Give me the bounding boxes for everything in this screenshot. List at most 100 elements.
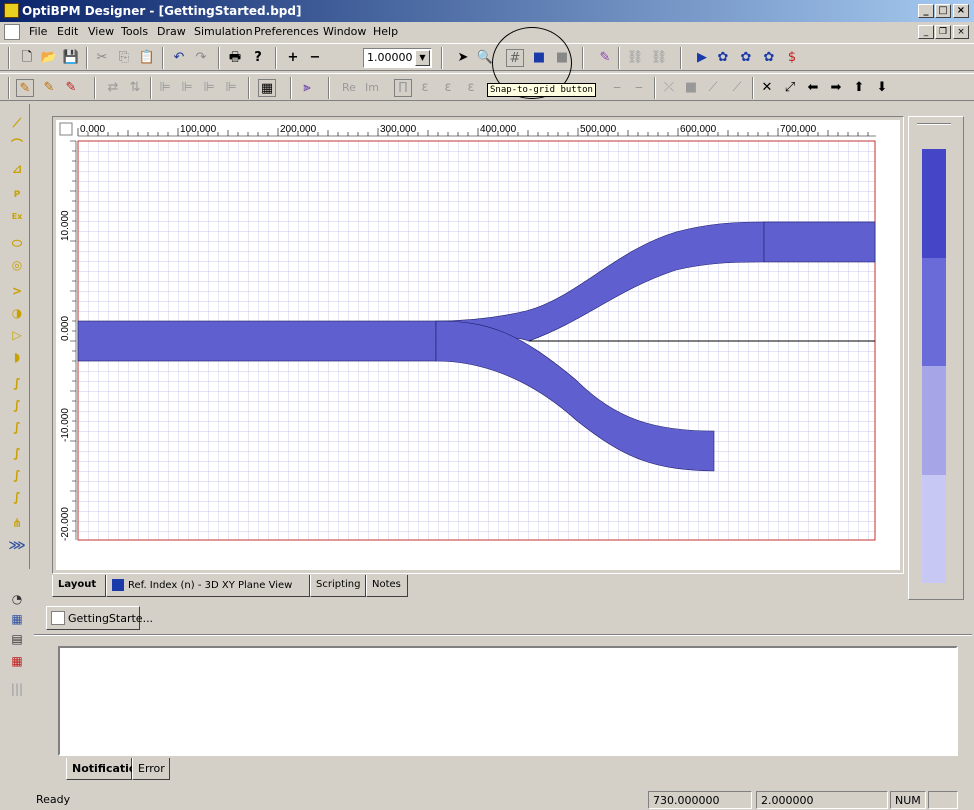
tool-a-icon[interactable]: ⤫ bbox=[660, 79, 678, 97]
real-part-icon[interactable]: Re bbox=[340, 79, 358, 97]
align-left-icon[interactable]: ⊫ bbox=[156, 79, 174, 97]
taper-icon[interactable]: ⊿ bbox=[8, 160, 26, 178]
arrow-down-icon[interactable]: ⬇ bbox=[873, 79, 891, 97]
document-icon[interactable] bbox=[4, 24, 20, 40]
align-horizontal-icon[interactable]: ⎯ bbox=[608, 79, 626, 97]
disabled-tool-icon[interactable]: ||| bbox=[8, 680, 26, 698]
param-waveguide-icon[interactable]: P bbox=[8, 186, 26, 204]
properties-icon[interactable]: ▦ bbox=[258, 79, 276, 97]
pi-icon[interactable]: Π bbox=[394, 79, 412, 97]
arrow-left-icon[interactable]: ⬅ bbox=[804, 79, 822, 97]
zoom-in-icon[interactable]: + bbox=[284, 49, 302, 67]
output-waveguide-top[interactable] bbox=[763, 221, 876, 263]
lens-tool-icon[interactable]: ◔ bbox=[8, 590, 26, 608]
menu-draw[interactable]: Draw bbox=[157, 25, 186, 38]
undo-icon[interactable]: ↶ bbox=[170, 49, 188, 67]
tab-ref-index[interactable]: Ref. Index (n) - 3D XY Plane View bbox=[106, 575, 310, 597]
document-tool-icon[interactable]: ▤ bbox=[8, 630, 26, 648]
open-icon[interactable]: 📂 bbox=[40, 49, 58, 67]
link-icon[interactable]: ⛓ bbox=[626, 49, 644, 67]
param-s-bend-icon[interactable]: ∫ bbox=[8, 444, 26, 462]
simulate-3d-icon[interactable]: ✿ bbox=[760, 49, 778, 67]
ellipse-icon[interactable]: ⬭ bbox=[8, 234, 26, 252]
flip-horizontal-icon[interactable]: ⇄ bbox=[104, 79, 122, 97]
epsilon-yy-icon[interactable]: ε bbox=[462, 79, 480, 97]
close-button[interactable]: × bbox=[953, 4, 969, 18]
notification-pane[interactable] bbox=[58, 646, 958, 756]
maximize-button[interactable]: □ bbox=[935, 4, 951, 18]
mdi-restore-button[interactable]: ❐ bbox=[935, 25, 951, 39]
zoom-out-icon[interactable]: − bbox=[306, 49, 324, 67]
s-bend-arc-icon[interactable]: ∫ bbox=[8, 418, 26, 436]
tab-layout[interactable]: Layout bbox=[52, 575, 106, 597]
wand-icon[interactable]: ✎ bbox=[596, 49, 614, 67]
graph-b-icon[interactable]: ⟋ bbox=[728, 79, 746, 97]
tab-error[interactable]: Error bbox=[132, 758, 170, 780]
menu-simulation[interactable]: Simulation bbox=[194, 25, 253, 38]
mdi-minimize-button[interactable]: _ bbox=[918, 25, 934, 39]
menu-file[interactable]: File bbox=[29, 25, 47, 38]
stop-icon[interactable]: ■ bbox=[682, 79, 700, 97]
document-tab[interactable]: GettingStarte... bbox=[46, 606, 153, 630]
shrink-icon[interactable]: ✕ bbox=[758, 79, 776, 97]
zoom-select[interactable]: 1.00000 ▼ bbox=[363, 48, 432, 68]
select-arrow-icon[interactable]: ➤ bbox=[454, 49, 472, 67]
align-right-icon[interactable]: ⊫ bbox=[200, 79, 218, 97]
s-bend-sine-icon[interactable]: ∫ bbox=[8, 396, 26, 414]
align-center-icon[interactable]: ⊫ bbox=[178, 79, 196, 97]
redo-icon[interactable]: ↷ bbox=[192, 49, 210, 67]
expand-icon[interactable]: ⤢ bbox=[781, 79, 799, 97]
arrow-up-icon[interactable]: ⬆ bbox=[850, 79, 868, 97]
triangle-icon[interactable]: ▷ bbox=[8, 326, 26, 344]
layout-svg[interactable]: 0.000 100.000 200.000 300.000 400.000 50… bbox=[56, 120, 900, 570]
ruler-corner[interactable] bbox=[59, 122, 73, 136]
s-bend-3-icon[interactable]: ∫ bbox=[8, 488, 26, 506]
cut-icon[interactable]: ✂ bbox=[93, 49, 111, 67]
linear-waveguide-icon[interactable]: ⟋ bbox=[8, 114, 26, 132]
epsilon-xy-icon[interactable]: ε bbox=[439, 79, 457, 97]
script-icon[interactable]: $ bbox=[783, 49, 801, 67]
chevron-down-icon[interactable]: ▼ bbox=[415, 50, 430, 66]
help-icon[interactable]: ? bbox=[249, 49, 267, 67]
paste-icon[interactable]: 📋 bbox=[138, 49, 156, 67]
grating-icon[interactable]: ⋙ bbox=[8, 536, 26, 554]
s-bend-icon[interactable]: ∫ bbox=[8, 374, 26, 392]
s-bend-2-icon[interactable]: ∫ bbox=[8, 466, 26, 484]
flip-vertical-icon[interactable]: ⇅ bbox=[126, 79, 144, 97]
expression-waveguide-icon[interactable]: Ex bbox=[8, 208, 26, 226]
minimize-button[interactable]: _ bbox=[918, 4, 934, 18]
arrow-right-icon[interactable]: ➡ bbox=[827, 79, 845, 97]
input-plane-icon[interactable]: ⫸ bbox=[298, 79, 316, 97]
align-top-icon[interactable]: ⊫ bbox=[222, 79, 240, 97]
new-icon[interactable]: 🗋 bbox=[18, 49, 36, 67]
copy-icon[interactable]: ⎘ bbox=[115, 49, 133, 67]
pane-splitter[interactable] bbox=[34, 634, 972, 636]
menu-view[interactable]: View bbox=[88, 25, 114, 38]
edit-multi-icon[interactable]: ✎ bbox=[40, 79, 58, 97]
menu-preferences[interactable]: Preferences bbox=[254, 25, 319, 38]
distribute-icon[interactable]: ⎯ bbox=[630, 79, 648, 97]
menu-window[interactable]: Window bbox=[323, 25, 366, 38]
epsilon-xx-icon[interactable]: ε bbox=[416, 79, 434, 97]
red-tool-icon[interactable]: ▦ bbox=[8, 652, 26, 670]
imag-part-icon[interactable]: Im bbox=[363, 79, 381, 97]
menu-help[interactable]: Help bbox=[373, 25, 398, 38]
graph-a-icon[interactable]: ⟋ bbox=[704, 79, 722, 97]
run-icon[interactable]: ▶ bbox=[693, 49, 711, 67]
simulate-icon[interactable]: ✿ bbox=[714, 49, 732, 67]
simulate-2d-icon[interactable]: ✿ bbox=[737, 49, 755, 67]
lens-icon[interactable]: ◑ bbox=[8, 304, 26, 322]
input-waveguide[interactable] bbox=[77, 320, 437, 362]
tab-notes[interactable]: Notes bbox=[366, 575, 408, 597]
arc-waveguide-icon[interactable]: ⌒ bbox=[8, 136, 26, 154]
mdi-close-button[interactable]: × bbox=[953, 25, 969, 39]
unlink-icon[interactable]: ⛓ bbox=[650, 49, 668, 67]
delete-edit-icon[interactable]: ✎ bbox=[62, 79, 80, 97]
bend-icon[interactable]: > bbox=[8, 282, 26, 300]
tab-notification[interactable]: Notification bbox=[66, 758, 144, 780]
save-icon[interactable]: 💾 bbox=[62, 49, 80, 67]
tab-scripting[interactable]: Scripting bbox=[310, 575, 366, 597]
half-circle-icon[interactable]: ◗ bbox=[8, 348, 26, 366]
ring-icon[interactable]: ◎ bbox=[8, 256, 26, 274]
grid-tool-icon[interactable]: ▦ bbox=[8, 610, 26, 628]
